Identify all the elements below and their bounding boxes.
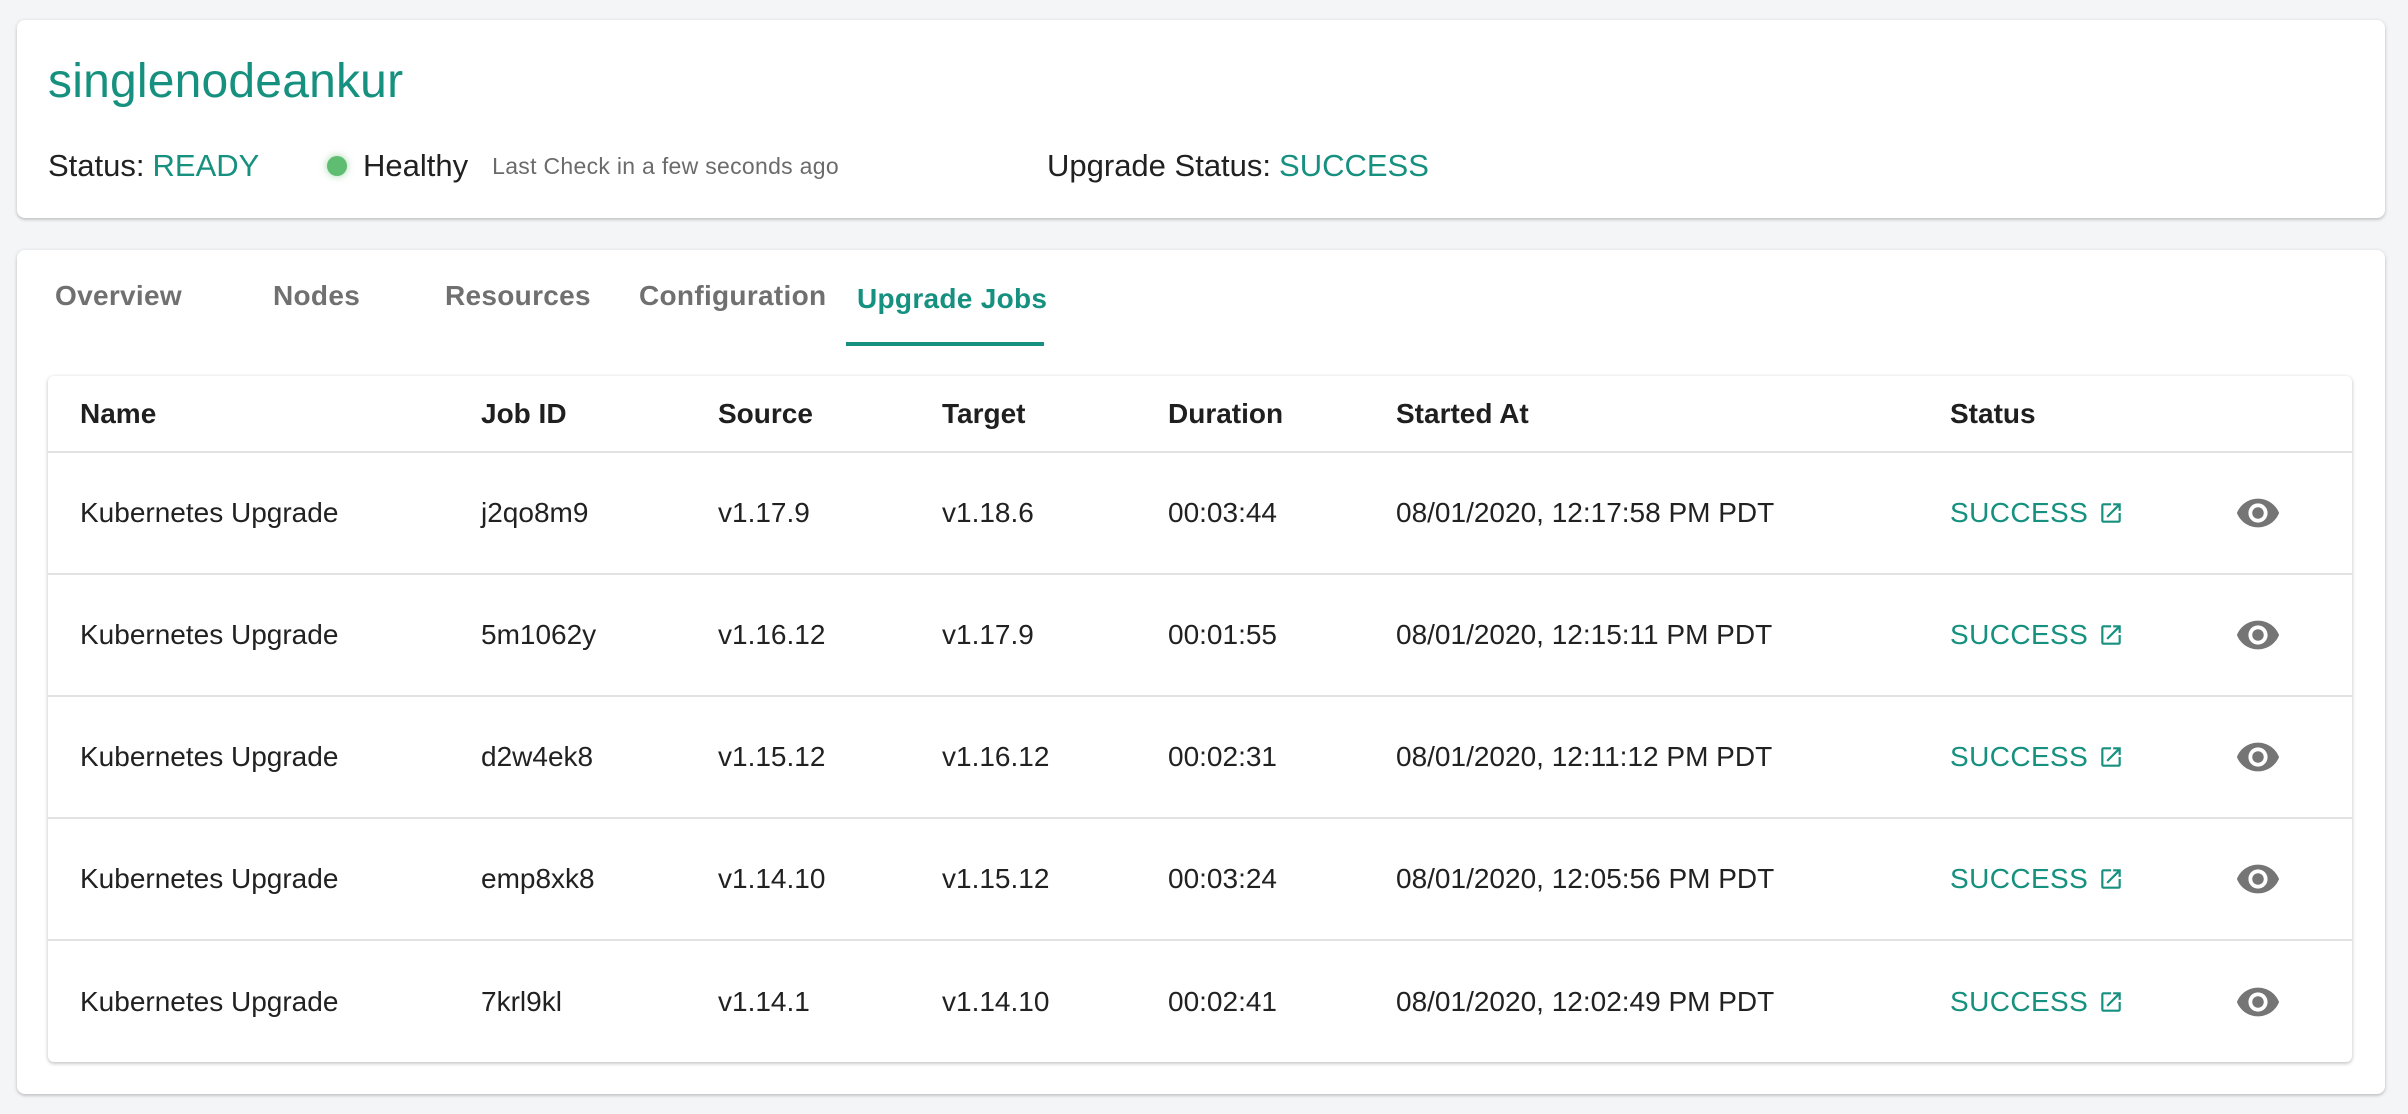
job-status-link[interactable]: SUCCESS bbox=[1950, 863, 2124, 895]
job-status: SUCCESS bbox=[1950, 697, 2124, 817]
column-header-source: Source bbox=[718, 397, 813, 429]
job-started-at: 08/01/2020, 12:17:58 PM PDT bbox=[1396, 497, 1775, 528]
job-status-text: SUCCESS bbox=[1950, 986, 2089, 1017]
job-id: 5m1062y bbox=[481, 619, 597, 650]
job-id: 7krl9kl bbox=[481, 986, 562, 1017]
job-duration: 00:03:44 bbox=[1168, 497, 1277, 528]
job-status: SUCCESS bbox=[1950, 819, 2124, 939]
table-row: Kubernetes Upgrade emp8xk8 v1.14.10 v1.1… bbox=[48, 819, 2352, 941]
job-name: Kubernetes Upgrade bbox=[80, 497, 339, 528]
tab-bar: Overview Nodes Resources Configuration U… bbox=[17, 250, 2385, 350]
row-actions bbox=[2234, 697, 2282, 817]
table-row: Kubernetes Upgrade d2w4ek8 v1.15.12 v1.1… bbox=[48, 697, 2352, 819]
upgrade-status: Upgrade Status: SUCCESS bbox=[1047, 146, 1429, 186]
job-status-link[interactable]: SUCCESS bbox=[1950, 497, 2124, 529]
table-row: Kubernetes Upgrade j2qo8m9 v1.17.9 v1.18… bbox=[48, 453, 2352, 575]
row-actions bbox=[2234, 575, 2282, 695]
status-value: READY bbox=[152, 148, 260, 183]
job-name: Kubernetes Upgrade bbox=[80, 741, 339, 772]
job-id: d2w4ek8 bbox=[481, 741, 594, 772]
job-target: v1.15.12 bbox=[942, 863, 1050, 894]
view-job-button[interactable] bbox=[2234, 855, 2282, 903]
column-header-name: Name bbox=[80, 397, 157, 429]
tab-nodes[interactable]: Nodes bbox=[273, 280, 360, 340]
health-label: Healthy bbox=[363, 148, 469, 183]
column-header-job-id: Job ID bbox=[481, 397, 567, 429]
job-started-at: 08/01/2020, 12:11:12 PM PDT bbox=[1396, 741, 1773, 772]
job-target: v1.14.10 bbox=[942, 986, 1050, 1017]
tab-overview[interactable]: Overview bbox=[55, 280, 182, 340]
open-in-new-icon bbox=[2101, 992, 2121, 1012]
job-status-text: SUCCESS bbox=[1950, 497, 2089, 528]
job-started-at: 08/01/2020, 12:15:11 PM PDT bbox=[1396, 619, 1773, 650]
job-source: v1.15.12 bbox=[718, 741, 826, 772]
tab-resources[interactable]: Resources bbox=[445, 280, 591, 340]
active-tab-indicator bbox=[846, 342, 1044, 346]
eye-icon bbox=[2236, 498, 2280, 528]
open-in-new-icon bbox=[2101, 625, 2121, 645]
job-status: SUCCESS bbox=[1950, 453, 2124, 573]
job-status-link[interactable]: SUCCESS bbox=[1950, 741, 2124, 773]
job-status-link[interactable]: SUCCESS bbox=[1950, 986, 2124, 1018]
job-target: v1.16.12 bbox=[942, 741, 1050, 772]
status-label: Status: bbox=[48, 148, 145, 183]
job-duration: 00:02:41 bbox=[1168, 986, 1277, 1017]
cluster-detail-card: Overview Nodes Resources Configuration U… bbox=[17, 250, 2385, 1094]
job-id: j2qo8m9 bbox=[481, 497, 589, 528]
job-status-text: SUCCESS bbox=[1950, 619, 2089, 650]
upgrade-status-label: Upgrade Status: bbox=[1047, 148, 1272, 183]
cluster-status: Status: READY bbox=[48, 146, 259, 186]
job-name: Kubernetes Upgrade bbox=[80, 986, 339, 1017]
eye-icon bbox=[2236, 864, 2280, 894]
open-in-new-icon bbox=[2101, 503, 2121, 523]
last-check-text: Last Check in a few seconds ago bbox=[492, 152, 839, 179]
job-duration: 00:03:24 bbox=[1168, 863, 1277, 894]
job-id: emp8xk8 bbox=[481, 863, 595, 894]
open-in-new-icon bbox=[2101, 869, 2121, 889]
row-actions bbox=[2234, 819, 2282, 939]
open-in-new-icon bbox=[2101, 747, 2121, 767]
health-indicator: Healthy Last Check in a few seconds ago bbox=[327, 146, 839, 186]
job-started-at: 08/01/2020, 12:05:56 PM PDT bbox=[1396, 863, 1775, 894]
job-source: v1.14.10 bbox=[718, 863, 826, 894]
job-target: v1.17.9 bbox=[942, 619, 1034, 650]
column-header-started-at: Started At bbox=[1396, 397, 1529, 429]
view-job-button[interactable] bbox=[2234, 978, 2282, 1026]
job-status: SUCCESS bbox=[1950, 575, 2124, 695]
job-source: v1.14.1 bbox=[718, 986, 810, 1017]
view-job-button[interactable] bbox=[2234, 611, 2282, 659]
row-actions bbox=[2234, 941, 2282, 1062]
eye-icon bbox=[2236, 620, 2280, 650]
view-job-button[interactable] bbox=[2234, 489, 2282, 537]
job-target: v1.18.6 bbox=[942, 497, 1034, 528]
cluster-header-card: singlenodeankur Status: READY Healthy La… bbox=[17, 20, 2385, 218]
job-source: v1.16.12 bbox=[718, 619, 826, 650]
job-name: Kubernetes Upgrade bbox=[80, 863, 339, 894]
table-row: Kubernetes Upgrade 5m1062y v1.16.12 v1.1… bbox=[48, 575, 2352, 697]
eye-icon bbox=[2236, 987, 2280, 1017]
job-duration: 00:01:55 bbox=[1168, 619, 1277, 650]
job-status-link[interactable]: SUCCESS bbox=[1950, 619, 2124, 651]
table-header-row: Name Job ID Source Target Duration Start… bbox=[48, 376, 2352, 453]
cluster-name: singlenodeankur bbox=[48, 55, 404, 108]
job-started-at: 08/01/2020, 12:02:49 PM PDT bbox=[1396, 986, 1775, 1017]
upgrade-jobs-table: Name Job ID Source Target Duration Start… bbox=[48, 376, 2352, 1062]
tab-configuration[interactable]: Configuration bbox=[639, 280, 826, 340]
job-status: SUCCESS bbox=[1950, 941, 2124, 1062]
column-header-target: Target bbox=[942, 397, 1026, 429]
view-job-button[interactable] bbox=[2234, 733, 2282, 781]
table-row: Kubernetes Upgrade 7krl9kl v1.14.1 v1.14… bbox=[48, 941, 2352, 1062]
job-status-text: SUCCESS bbox=[1950, 863, 2089, 894]
column-header-duration: Duration bbox=[1168, 397, 1284, 429]
health-dot-icon bbox=[327, 156, 347, 176]
column-header-status: Status bbox=[1950, 397, 2036, 429]
job-source: v1.17.9 bbox=[718, 497, 810, 528]
tab-upgrade-jobs[interactable]: Upgrade Jobs bbox=[857, 283, 1047, 343]
eye-icon bbox=[2236, 742, 2280, 772]
job-status-text: SUCCESS bbox=[1950, 741, 2089, 772]
job-duration: 00:02:31 bbox=[1168, 741, 1277, 772]
upgrade-status-value: SUCCESS bbox=[1279, 148, 1429, 183]
job-name: Kubernetes Upgrade bbox=[80, 619, 339, 650]
row-actions bbox=[2234, 453, 2282, 573]
